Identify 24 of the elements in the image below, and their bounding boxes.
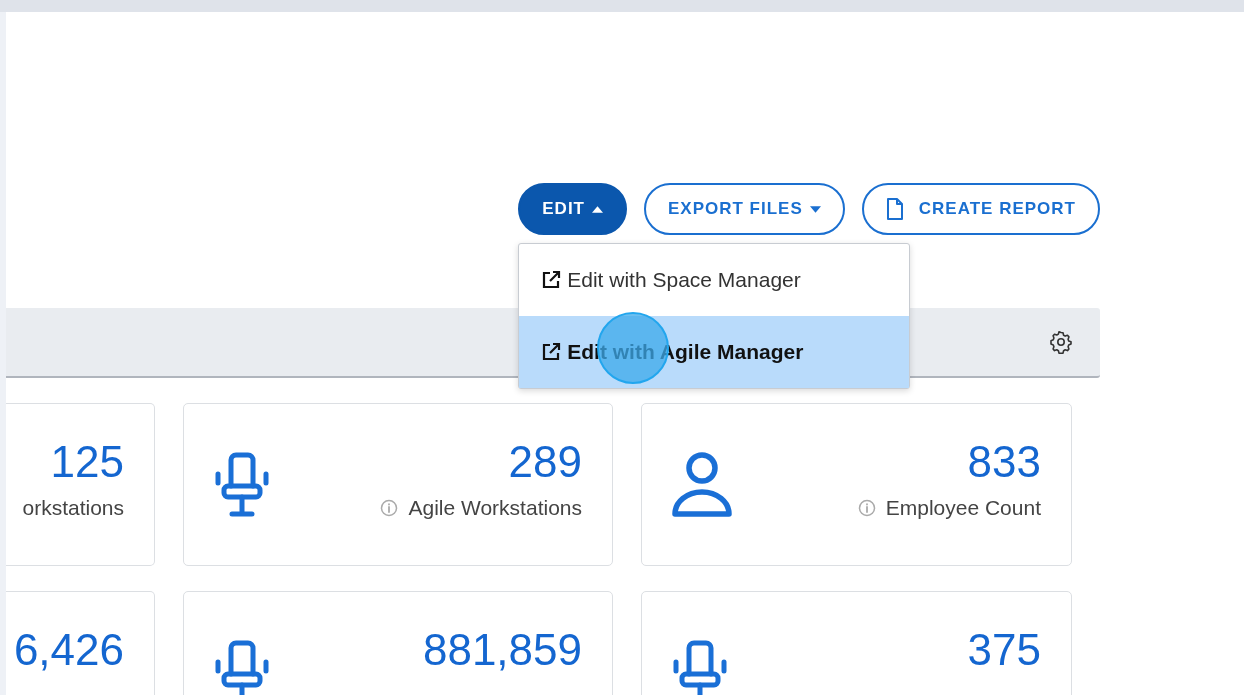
stat-label: Employee Count xyxy=(885,496,1041,520)
person-icon xyxy=(672,452,732,518)
stat-value: 289 xyxy=(508,436,582,488)
dropdown-button[interactable]: EXPORT FILES xyxy=(644,183,845,235)
info-icon[interactable] xyxy=(857,499,876,517)
stat-label: orkstations xyxy=(22,496,124,520)
stat-value: 833 xyxy=(967,436,1041,488)
document-icon xyxy=(885,198,904,220)
stat-value: 125 xyxy=(50,436,124,488)
office-chair-icon xyxy=(672,640,728,695)
create-report-button[interactable]: CREATE REPORT xyxy=(861,183,1100,235)
stat-value: 375 xyxy=(967,624,1041,676)
info-icon[interactable] xyxy=(380,499,399,517)
external-link-icon xyxy=(541,270,562,290)
stat-value: 881,859 xyxy=(422,624,582,676)
caret-down-icon xyxy=(809,205,821,213)
stat-label: Agile Workstations xyxy=(408,496,582,520)
menu-item[interactable]: Edit with Space Manager xyxy=(519,244,910,316)
caret-up-icon xyxy=(592,205,603,213)
stat-value: 6,426 xyxy=(13,624,124,676)
office-chair-icon xyxy=(214,452,270,518)
settings-icon[interactable] xyxy=(1049,330,1073,354)
dropdown-button[interactable]: EDIT xyxy=(518,183,627,235)
office-chair-icon xyxy=(214,640,270,695)
